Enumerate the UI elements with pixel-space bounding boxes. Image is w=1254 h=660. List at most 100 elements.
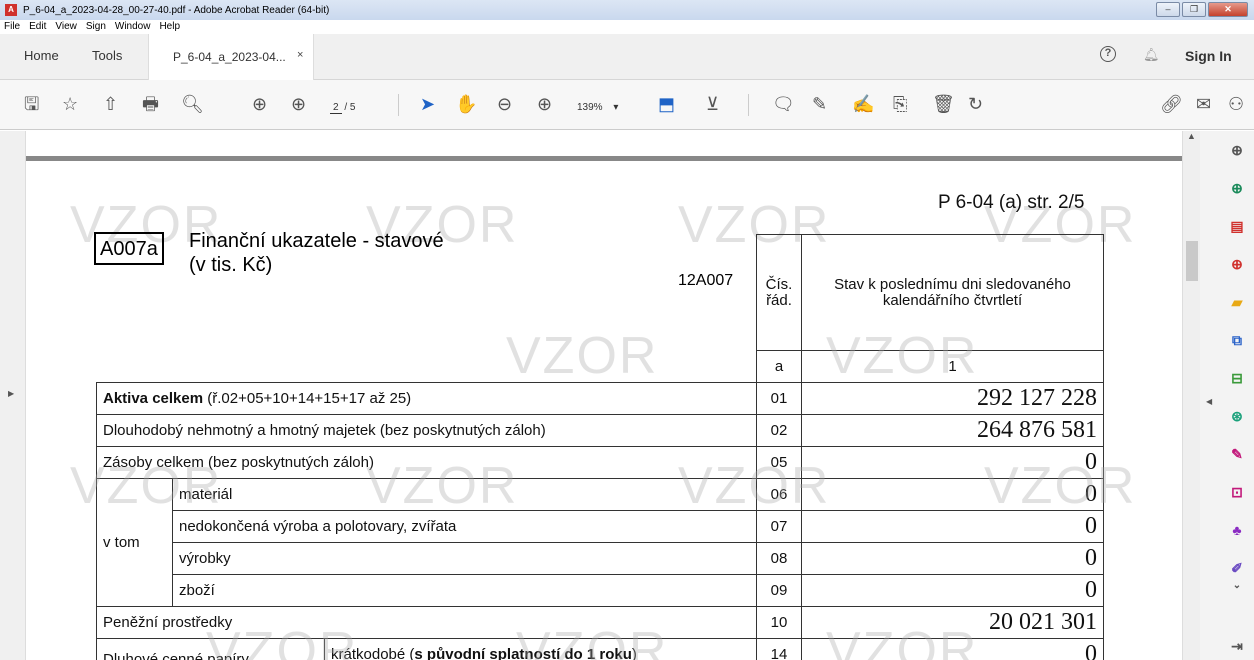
comment-tool-icon[interactable]: ▰ [1228, 293, 1246, 311]
scroll-up-icon[interactable]: ▲ [1187, 131, 1196, 141]
header-row-number: Čís. řád. [756, 234, 802, 351]
upload-share-icon[interactable]: ⇧ [103, 94, 118, 114]
link-icon[interactable]: 🔗︎ [1160, 94, 1183, 114]
row-value: 292 127 228 [801, 382, 1104, 415]
hand-tool-icon[interactable]: ✋ [455, 94, 477, 114]
indicators-table: Čís. řád. Stav k poslednímu dni sledovan… [96, 234, 1104, 660]
tab-tools[interactable]: Tools [92, 48, 122, 63]
create-pdf-icon[interactable]: ⊕ [1228, 179, 1246, 197]
group-label: Dluhové cenné papíry [96, 638, 325, 660]
left-panel-toggle[interactable]: ▶ [0, 131, 26, 660]
group-label: v tom [96, 478, 173, 607]
previous-page-icon[interactable]: ⊕ [252, 94, 267, 114]
row-label: výrobky [172, 542, 757, 575]
row-number: 01 [756, 382, 802, 415]
notification-bell-icon[interactable]: 🔔︎ [1143, 47, 1160, 63]
row-label: materiál [172, 478, 757, 511]
protect-icon[interactable]: ⊡ [1228, 483, 1246, 501]
expand-panel-icon[interactable]: ⇥ [1228, 637, 1246, 655]
row-number: 14 [756, 638, 802, 660]
comment-icon[interactable]: 🗨 [772, 94, 795, 114]
save-icon[interactable]: 🖫 [24, 94, 39, 114]
table-row: Peněžní prostředky 10 20 021 301 [96, 606, 1104, 639]
scan-ocr-icon[interactable]: ⊛ [1228, 407, 1246, 425]
organize-pages-icon[interactable]: ▤ [1228, 217, 1246, 235]
help-icon[interactable]: ? [1100, 46, 1116, 62]
select-cursor-icon[interactable]: ➤ [420, 94, 435, 114]
account-icon[interactable]: ⚇ [1228, 94, 1244, 114]
row-value: 20 021 301 [801, 606, 1104, 639]
next-page-icon[interactable]: ⊕ [291, 94, 306, 114]
tab-document[interactable]: P_6-04_a_2023-04... × [148, 34, 314, 80]
zoom-out-icon[interactable]: ⊖ [497, 94, 512, 114]
menu-bar: File Edit View Sign Window Help [0, 20, 1254, 34]
zoom-level-dropdown[interactable]: 139% ▾ [577, 102, 618, 113]
header-value: Stav k poslednímu dni sledovaného kalend… [801, 234, 1104, 351]
close-tab-icon[interactable]: × [297, 49, 303, 61]
more-tools-icon[interactable]: ✐ [1228, 559, 1246, 577]
row-number: 06 [756, 478, 802, 511]
combine-files-icon[interactable]: ⧉ [1228, 331, 1246, 349]
export-pdf-icon[interactable]: ⊕ [1228, 255, 1246, 273]
fill-sign-icon[interactable]: ✎ [1228, 445, 1246, 463]
tab-bar: Home Tools P_6-04_a_2023-04... × ? 🔔︎ Si… [0, 34, 1254, 80]
scroll-mode-icon[interactable]: ⊻ [706, 94, 719, 114]
table-header-row: Čís. řád. Stav k poslednímu dni sledovan… [97, 234, 1104, 351]
zoom-level: 139% [577, 102, 603, 113]
menu-file[interactable]: File [4, 20, 20, 34]
sign-icon[interactable]: ✍ [852, 94, 874, 114]
rotate-icon[interactable]: ↻ [968, 94, 983, 114]
table-row: výrobky 08 0 [97, 542, 1104, 575]
row-value: 0 [801, 638, 1104, 660]
toolbar-divider [748, 94, 749, 116]
scroll-thumb[interactable] [1186, 241, 1198, 281]
restore-button[interactable]: ❐ [1182, 2, 1206, 17]
fit-page-icon[interactable]: ⬒ [658, 94, 675, 114]
document-viewer[interactable]: VZOR VZOR VZOR VZOR P 6-04 (a) str. 2/5 … [26, 131, 1182, 660]
tab-home[interactable]: Home [24, 48, 59, 63]
menu-sign[interactable]: Sign [86, 20, 106, 34]
row-label: nedokončená výroba a polotovary, zvířata [172, 510, 757, 543]
highlight-pen-icon[interactable]: ✎ [812, 94, 827, 114]
search-zoom-icon[interactable]: 🔍︎ [181, 94, 204, 114]
page-navigation: 2 / 5 [330, 102, 355, 114]
bookmark-star-icon[interactable]: ☆ [62, 94, 78, 114]
page-number-input[interactable]: 2 [330, 102, 342, 114]
expand-left-panel-icon[interactable]: ▶ [8, 389, 14, 398]
vertical-scrollbar[interactable]: ▲ [1182, 131, 1200, 660]
toolbar-divider [398, 94, 399, 116]
window-title: P_6-04_a_2023-04-28_00-27-40.pdf - Adobe… [23, 4, 330, 16]
search-icon[interactable]: ⊕ [1228, 141, 1246, 159]
chevron-down-icon[interactable]: ⌄ [1228, 577, 1246, 595]
menu-window[interactable]: Window [115, 20, 151, 34]
table-row: Dlouhodobý nehmotný a hmotný majetek (be… [96, 414, 1104, 447]
request-signature-icon[interactable]: ♣ [1228, 521, 1246, 539]
menu-view[interactable]: View [55, 20, 77, 34]
row-number: 02 [756, 414, 802, 447]
subheader-a: a [756, 350, 802, 383]
collapse-right-panel-icon[interactable]: ◀ [1206, 397, 1212, 406]
row-number: 07 [756, 510, 802, 543]
window-controls: ‒ ❐ ✕ [1156, 2, 1248, 17]
row-value: 0 [801, 446, 1104, 479]
email-icon[interactable]: ✉ [1196, 94, 1211, 114]
stamp-icon[interactable]: ⎘ [893, 94, 907, 114]
row-label: Dlouhodobý nehmotný a hmotný majetek (be… [96, 414, 757, 447]
minimize-button[interactable]: ‒ [1156, 2, 1180, 17]
table-row: Zásoby celkem (bez poskytnutých záloh) 0… [96, 446, 1104, 479]
menu-edit[interactable]: Edit [29, 20, 46, 34]
window-title-bar: A P_6-04_a_2023-04-28_00-27-40.pdf - Ado… [0, 0, 1254, 20]
zoom-in-icon[interactable]: ⊕ [537, 94, 552, 114]
compress-pdf-icon[interactable]: ⊟ [1228, 369, 1246, 387]
tab-document-label: P_6-04_a_2023-04... [173, 50, 286, 64]
menu-help[interactable]: Help [159, 20, 180, 34]
row-number: 08 [756, 542, 802, 575]
print-icon[interactable]: 🖶 [142, 94, 159, 114]
table-row: Aktiva celkem (ř.02+05+10+14+15+17 až 25… [96, 382, 1104, 415]
table-subheader-row: a 1 [96, 350, 1104, 383]
right-tools-panel: ◀ ⊕ ⊕ ▤ ⊕ ▰ ⧉ ⊟ ⊛ ✎ ⊡ ♣ ✐ ⌄ ⇥ [1200, 131, 1254, 660]
delete-icon[interactable]: 🗑 [932, 94, 955, 114]
sign-in-button[interactable]: Sign In [1185, 48, 1232, 64]
close-window-button[interactable]: ✕ [1208, 2, 1248, 17]
row-label: Aktiva celkem (ř.02+05+10+14+15+17 až 25… [96, 382, 757, 415]
